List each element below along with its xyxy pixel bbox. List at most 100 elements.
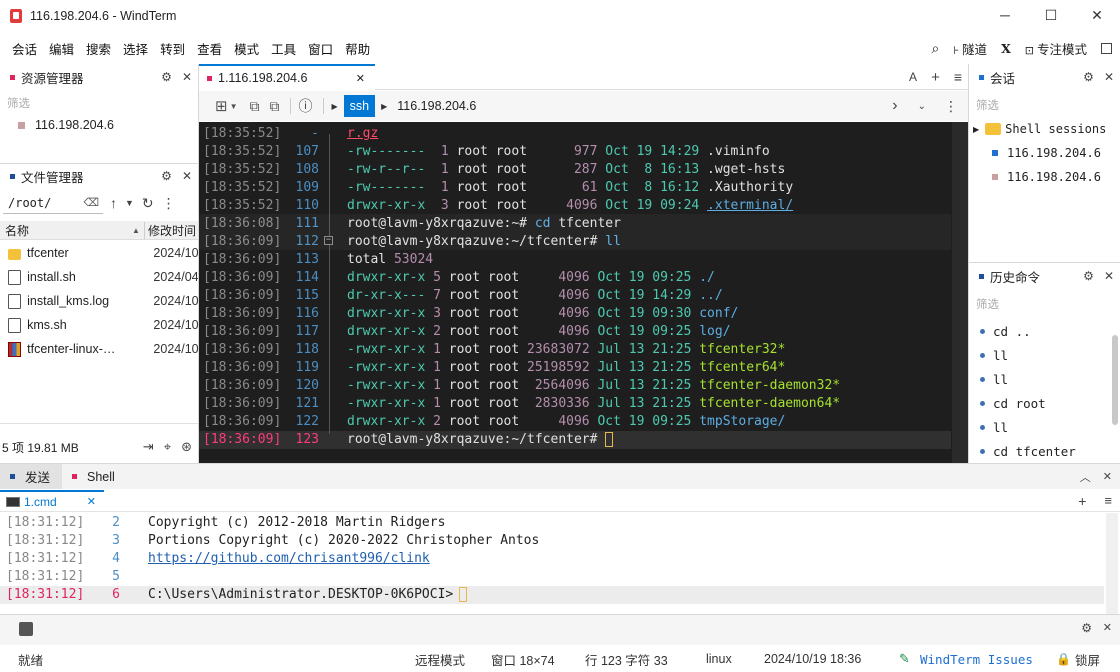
toolbar-more-icon[interactable]: ⋮: [944, 98, 958, 115]
col-time[interactable]: 修改时间: [144, 221, 196, 239]
expand-arrow-icon[interactable]: ▶: [973, 125, 979, 134]
history-settings-icon[interactable]: ⚙: [1083, 269, 1094, 283]
history-item[interactable]: ll: [980, 367, 1008, 391]
col-name[interactable]: 名称: [0, 222, 132, 239]
new-session-dropdown-icon[interactable]: ▼: [230, 102, 238, 111]
chevron-right-icon[interactable]: ›: [892, 97, 897, 115]
search-icon[interactable]: ⌕: [931, 40, 939, 57]
status-os[interactable]: linux: [706, 652, 732, 666]
menu-edit[interactable]: 编辑: [43, 39, 80, 58]
chevron-down-icon[interactable]: ⌄: [918, 101, 926, 112]
location-settings-icon[interactable]: ⊛: [181, 439, 192, 455]
tunnel-button[interactable]: ⊦ 隧道: [953, 39, 987, 58]
filemgr-close-icon[interactable]: ✕: [182, 169, 192, 183]
file-row[interactable]: install.sh 2024/04: [0, 265, 198, 289]
sessions-filter[interactable]: 筛选: [976, 97, 999, 113]
transfer-icon[interactable]: ⇥: [143, 439, 154, 455]
path-input[interactable]: /root/ ⌫: [3, 192, 103, 214]
line-segment: 4096: [558, 414, 598, 429]
menu-mode[interactable]: 模式: [228, 39, 265, 58]
tab-send[interactable]: 发送: [0, 464, 63, 489]
history-item[interactable]: cd tfcenter: [980, 439, 1076, 463]
cmd-tab-close-icon[interactable]: ✕: [87, 495, 96, 508]
status-remote-mode[interactable]: 远程模式: [415, 650, 465, 669]
file-row[interactable]: kms.sh 2024/10: [0, 313, 198, 337]
history-filter[interactable]: 筛选: [976, 296, 999, 312]
x-button[interactable]: X: [1001, 41, 1011, 56]
file-row[interactable]: install_kms.log 2024/10: [0, 289, 198, 313]
explorer-close-icon[interactable]: ✕: [182, 70, 192, 84]
session-item[interactable]: 116.198.204.6: [992, 170, 1101, 184]
info-icon[interactable]: ⓘ: [299, 96, 313, 116]
file-row[interactable]: tfcenter 2024/10: [0, 241, 198, 265]
history-item[interactable]: ll: [980, 343, 1008, 367]
dropdown-icon[interactable]: ▼: [125, 198, 134, 208]
up-arrow-icon[interactable]: ↑: [110, 195, 117, 211]
tab-menu-icon[interactable]: ≡: [954, 69, 962, 85]
menu-search[interactable]: 搜索: [80, 39, 117, 58]
copy-session-icon[interactable]: ⧉: [270, 98, 280, 115]
tab-shell[interactable]: Shell: [62, 464, 125, 489]
menu-view[interactable]: 查看: [191, 39, 228, 58]
more-icon[interactable]: ⋮: [162, 195, 176, 212]
explorer-filter[interactable]: 筛选: [7, 95, 30, 111]
cmd-scrollbar[interactable]: [1106, 513, 1118, 614]
terminal-scrollbar[interactable]: [952, 122, 968, 463]
ssh-terminal[interactable]: [18:35:52] - r.gz [18:35:52] 107 -rw------- 1…: [199, 122, 968, 463]
location-icon[interactable]: ⌖: [164, 439, 171, 455]
refresh-icon[interactable]: ↻: [142, 195, 154, 212]
session-group[interactable]: ▶ Shell sessions: [973, 122, 1106, 136]
line-segment: tmpStorage/: [699, 414, 786, 429]
clink-url-link[interactable]: https://github.com/chrisant996/clink: [148, 550, 430, 568]
history-close-icon[interactable]: ✕: [1104, 269, 1114, 283]
tab-close-icon[interactable]: ✕: [356, 72, 365, 85]
status-window-size[interactable]: 窗口 18×74: [491, 650, 555, 669]
session-item[interactable]: 116.198.204.6: [992, 146, 1101, 160]
history-item[interactable]: ll: [980, 415, 1008, 439]
collapse-panel-icon[interactable]: ︿: [1080, 469, 1091, 485]
status-lock-screen[interactable]: 锁屏: [1075, 650, 1100, 669]
font-button[interactable]: A: [909, 70, 917, 84]
close-window-button[interactable]: ✕: [1074, 0, 1120, 30]
output-icon[interactable]: [19, 622, 33, 636]
line-content: r.gz: [347, 125, 378, 143]
status-issues-link[interactable]: WindTerm Issues: [920, 652, 1033, 667]
new-cmd-tab-icon[interactable]: +: [1078, 493, 1086, 509]
maximize-button[interactable]: ☐: [1028, 0, 1074, 30]
line-segment: tfcenter32*: [699, 342, 786, 357]
menu-session[interactable]: 会话: [6, 39, 43, 58]
duplicate-icon[interactable]: ⧉: [250, 98, 260, 115]
cmd-menu-icon[interactable]: ≡: [1104, 493, 1112, 508]
protocol-badge[interactable]: ssh: [343, 95, 376, 117]
new-session-icon[interactable]: ⊞: [215, 97, 228, 115]
history-scrollbar[interactable]: [1112, 335, 1118, 425]
status-cursor-position[interactable]: 行 123 字符 33: [585, 650, 668, 669]
sessions-settings-icon[interactable]: ⚙: [1083, 70, 1094, 84]
sessions-header: 会话 ⚙ ✕: [969, 66, 1120, 88]
minimize-button[interactable]: ─: [982, 0, 1028, 30]
tab-session-1[interactable]: 1.116.198.204.6 ✕: [199, 64, 375, 90]
line-segment: Jul 13 21:25: [597, 378, 700, 393]
clear-path-icon[interactable]: ⌫: [83, 196, 99, 209]
menu-tools[interactable]: 工具: [265, 39, 302, 58]
bottom-panel-close-icon[interactable]: ✕: [1103, 470, 1112, 483]
tab-cmd-1[interactable]: 1.cmd ✕: [0, 489, 104, 512]
menu-goto[interactable]: 转到: [154, 39, 191, 58]
explorer-host-item[interactable]: 116.198.204.6: [18, 118, 114, 132]
history-item[interactable]: cd root: [980, 391, 1046, 415]
menu-help[interactable]: 帮助: [339, 39, 376, 58]
menu-window[interactable]: 窗口: [302, 39, 339, 58]
new-tab-icon[interactable]: +: [931, 69, 940, 86]
file-row[interactable]: tfcenter-linux-… 2024/10: [0, 337, 198, 361]
breadcrumb-host[interactable]: 116.198.204.6: [397, 99, 476, 113]
fullscreen-icon[interactable]: [1101, 42, 1112, 54]
output-close-icon[interactable]: ✕: [1103, 621, 1112, 634]
output-settings-icon[interactable]: ⚙: [1081, 621, 1092, 635]
history-item[interactable]: cd ..: [980, 319, 1031, 343]
menu-select[interactable]: 选择: [117, 39, 154, 58]
filemgr-settings-icon[interactable]: ⚙: [161, 169, 172, 183]
focus-mode-button[interactable]: ⊡ 专注模式: [1025, 39, 1087, 58]
explorer-settings-icon[interactable]: ⚙: [161, 70, 172, 84]
sessions-close-icon[interactable]: ✕: [1104, 70, 1114, 84]
cmd-terminal[interactable]: [18:31:12] 2 Copyright (c) 2012-2018 Marti…: [0, 513, 1120, 614]
